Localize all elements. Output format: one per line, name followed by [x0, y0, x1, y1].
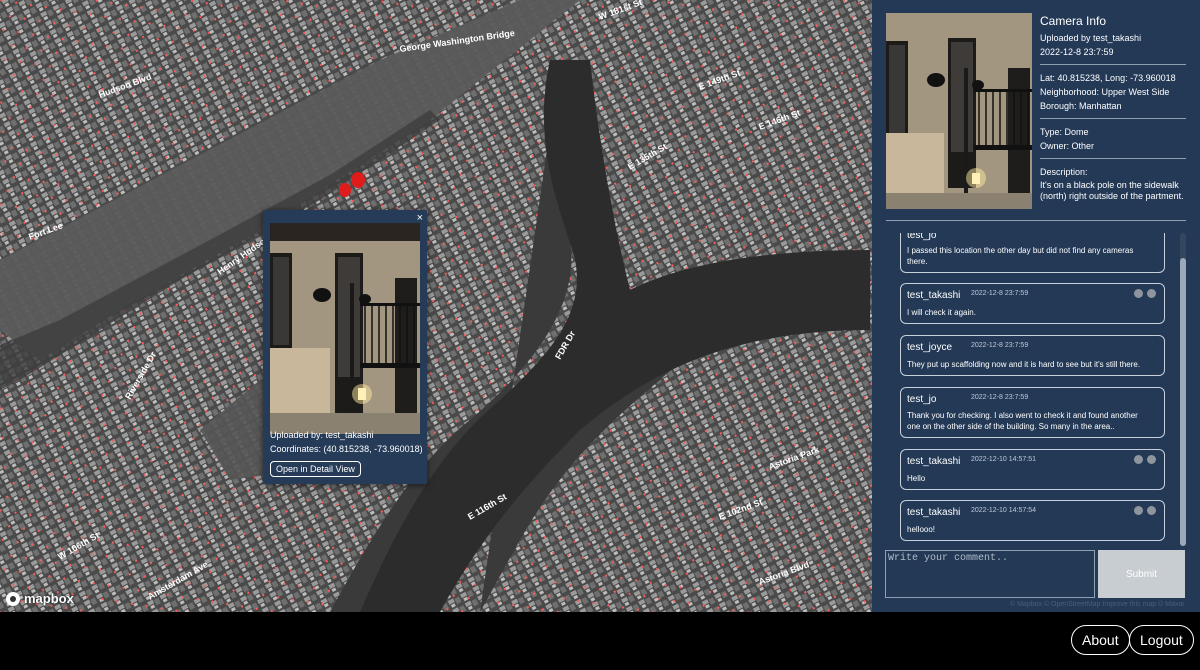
divider [1040, 64, 1186, 65]
comment-body-line1: hellooo! [907, 525, 936, 534]
mapbox-logo-icon [6, 591, 20, 606]
camera-info-borough: Borough: Manhattan [1040, 101, 1122, 111]
comment-item: test_joyce 2022-12-8 23:7:59 They put up… [900, 335, 1165, 376]
divider [1040, 158, 1186, 159]
comment-user: test_takashi [907, 290, 961, 301]
comment-date: 2022-12-8 23:7:59 [971, 290, 1029, 297]
comment-body-line1: I passed this location the other day but… [907, 246, 1134, 255]
camera-photo [270, 223, 420, 434]
camera-info-description-line2: (north) right outside of the partment. [1040, 191, 1184, 201]
comment-body-line1: They put up scaffolding now and it is ha… [907, 360, 1141, 369]
comment-item: test_takashi 2022-12-10 14:57:51 Hello [900, 449, 1165, 490]
comment-body-line2: there. [907, 257, 928, 266]
divider [886, 220, 1186, 221]
comment-body-line2: one on the other side of the building. S… [907, 422, 1115, 431]
comment-item: test_jo I passed this location the other… [900, 233, 1165, 273]
edit-icon[interactable] [1134, 289, 1143, 298]
camera-info-neighborhood: Neighborhood: Upper West Side [1040, 87, 1170, 97]
camera-info-date: 2022-12-8 23:7:59 [1040, 47, 1114, 57]
comment-user: test_takashi [907, 507, 961, 518]
comment-user: test_jo [907, 394, 937, 405]
camera-popup: × Uploaded by: test_takashi Coordinates:… [263, 210, 427, 484]
camera-info-panel: Camera Info Uploaded by test_takashi 202… [872, 0, 1200, 612]
comment-item: test_takashi 2022-12-10 14:57:54 hellooo… [900, 500, 1165, 541]
comment-user: test_takashi [907, 456, 961, 467]
comment-body-line1: I will check it again. [907, 308, 976, 317]
delete-icon[interactable] [1147, 506, 1156, 515]
open-detail-view-button[interactable]: Open in Detail View [270, 461, 361, 477]
comment-body-line1: Thank you for checking. I also went to c… [907, 411, 1138, 420]
comments-list[interactable]: test_jo I passed this location the other… [886, 233, 1186, 546]
comment-item: test_jo 2022-12-8 23:7:59 Thank you for … [900, 387, 1165, 438]
camera-info-uploader: Uploaded by test_takashi [1040, 33, 1142, 43]
scrollbar-thumb[interactable] [1180, 258, 1186, 546]
comment-user: test_joyce [907, 342, 953, 353]
map-attribution[interactable]: © Mapbox © OpenStreetMap Improve this ma… [1010, 601, 1185, 608]
comment-input[interactable] [885, 550, 1095, 598]
delete-icon[interactable] [1147, 289, 1156, 298]
submit-button[interactable]: Submit [1098, 550, 1185, 598]
edit-icon[interactable] [1134, 506, 1143, 515]
popup-coordinates: Coordinates: (40.815238, -73.960018) [270, 444, 423, 454]
camera-info-photo [886, 13, 1032, 209]
comment-date: 2022-12-8 23:7:59 [971, 394, 1029, 401]
edit-icon[interactable] [1134, 455, 1143, 464]
camera-info-owner: Owner: Other [1040, 141, 1095, 151]
divider [1040, 118, 1186, 119]
popup-uploaded-by: Uploaded by: test_takashi [270, 430, 374, 440]
camera-info-type: Type: Dome [1040, 127, 1089, 137]
comment-item: test_takashi 2022-12-8 23:7:59 I will ch… [900, 283, 1165, 324]
comment-date: 2022-12-8 23:7:59 [971, 342, 1029, 349]
camera-info-description-line1: It's on a black pole on the sidewalk [1040, 180, 1179, 190]
comments-scrollbar[interactable] [1180, 233, 1186, 546]
about-button[interactable]: About [1071, 625, 1130, 655]
camera-info-title: Camera Info [1040, 14, 1107, 28]
camera-info-description-label: Description: [1040, 167, 1088, 177]
delete-icon[interactable] [1147, 455, 1156, 464]
camera-info-latlong: Lat: 40.815238, Long: -73.960018 [1040, 73, 1176, 83]
comment-body-line1: Hello [907, 474, 926, 483]
comment-date: 2022-12-10 14:57:54 [971, 507, 1036, 514]
mapbox-logo[interactable]: mapbox [6, 591, 74, 606]
comment-user: test_jo [907, 233, 937, 241]
mapbox-logo-text: mapbox [24, 591, 74, 606]
logout-button[interactable]: Logout [1129, 625, 1194, 655]
comment-date: 2022-12-10 14:57:51 [971, 456, 1036, 463]
